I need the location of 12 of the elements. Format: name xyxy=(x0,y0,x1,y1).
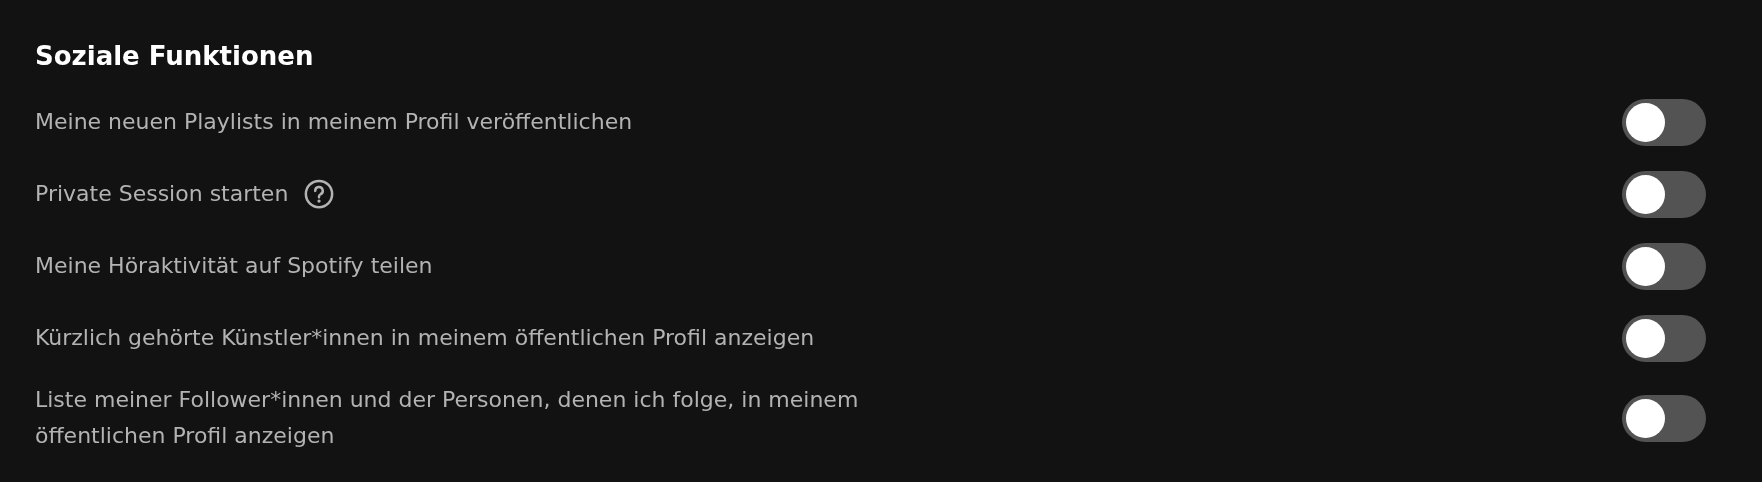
setting-label: Liste meiner Follower*innen und der Personen, denen ich folge, in meinem öffentlichen Profil anzeigen xyxy=(35,386,860,450)
toggle-switch[interactable] xyxy=(1622,170,1706,218)
setting-label: Meine Höraktivität auf Spotify teilen xyxy=(35,252,433,280)
toggle-switch[interactable] xyxy=(1622,242,1706,290)
setting-label: Private Session starten xyxy=(35,180,289,208)
setting-label: Meine neuen Playlists in meinem Profil veröffentlichen xyxy=(35,108,633,136)
toggle-switch[interactable] xyxy=(1622,98,1706,146)
toggle-switch[interactable] xyxy=(1622,394,1706,442)
setting-label: Kürzlich gehörte Künstler*innen in meinem öffentlichen Profil anzeigen xyxy=(35,324,815,352)
toggle-switch[interactable] xyxy=(1622,314,1706,362)
section-title: Soziale Funktionen xyxy=(35,40,315,73)
help-icon[interactable] xyxy=(304,179,335,209)
